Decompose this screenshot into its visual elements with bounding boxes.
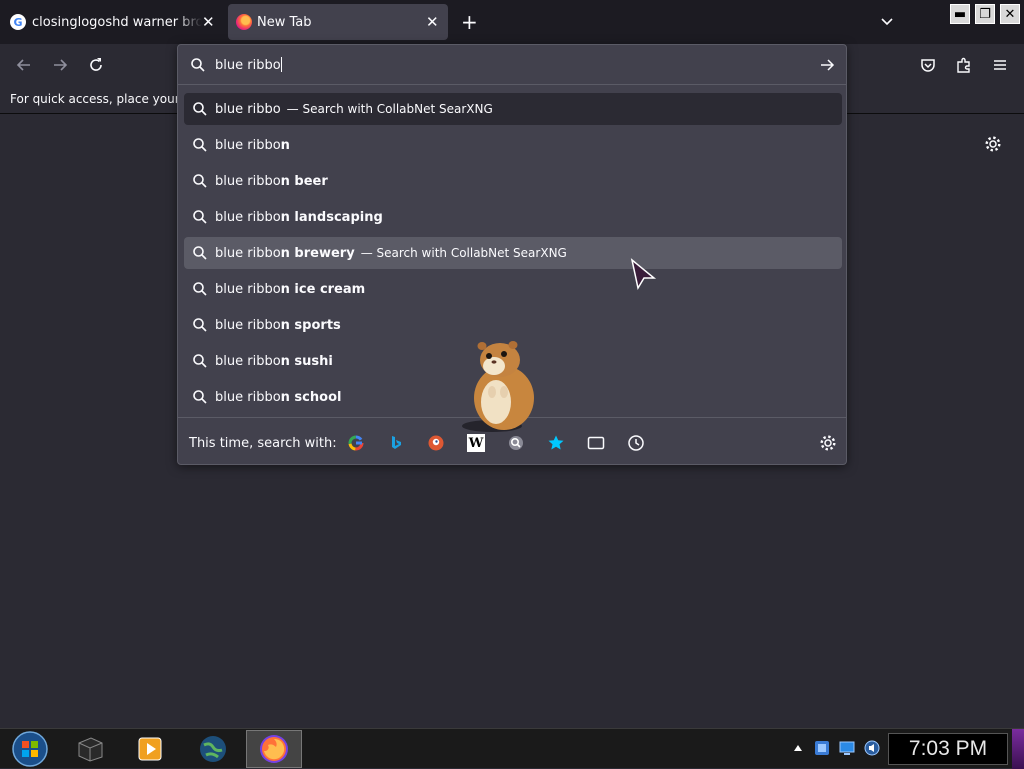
search-icon (191, 58, 205, 72)
media-player-icon (138, 737, 162, 761)
searxng-icon[interactable] (507, 434, 525, 452)
suggestion-completion: n landscaping (280, 209, 383, 225)
tray-volume-icon[interactable] (863, 739, 881, 757)
suggestion-completion: n beer (280, 173, 328, 189)
search-icon (193, 390, 207, 404)
suggestion-text: blue ribbon school (215, 390, 347, 405)
wikipedia-icon[interactable]: W (467, 434, 485, 452)
minimize-button[interactable]: ▬ (950, 4, 970, 24)
settings-gear-icon[interactable] (984, 135, 1002, 153)
bing-icon[interactable] (387, 434, 405, 452)
suggestion-completion: n sushi (280, 353, 333, 369)
close-window-button[interactable]: ✕ (1000, 4, 1020, 24)
tab-warner-bros[interactable]: G closinglogoshd warner bros pic ✕ (4, 4, 218, 40)
taskbar-firefox[interactable] (246, 730, 302, 768)
suggestion-typed: blue ribbo (215, 245, 281, 261)
close-tab-icon[interactable]: ✕ (426, 13, 439, 31)
forward-arrow-icon[interactable] (51, 56, 69, 74)
tab-strip: G closinglogoshd warner bros pic ✕ New T… (0, 0, 1024, 44)
windows-start-orb-icon (12, 731, 48, 767)
taskbar-clock[interactable]: 7:03 PM (888, 733, 1008, 765)
firefox-favicon-icon (236, 14, 252, 30)
suggestion-completion: n ice cream (280, 281, 366, 297)
suggestion-typed: blue ribbo (215, 101, 281, 117)
suggestion-text: blue ribbon beer (215, 174, 334, 189)
google-icon[interactable] (347, 434, 365, 452)
taskbar-media-player[interactable] (122, 730, 178, 768)
tab-new-tab[interactable]: New Tab ✕ (228, 4, 448, 40)
suggestion-typed: blue ribbo (215, 317, 281, 333)
bookmarks-icon[interactable] (547, 434, 565, 452)
go-arrow-icon[interactable] (818, 56, 836, 74)
restore-button[interactable]: ❐ (975, 4, 995, 24)
tab-title: New Tab (257, 14, 312, 30)
suggestion-typed: blue ribbo (215, 209, 281, 225)
suggestion-text: blue ribbon (215, 138, 296, 153)
address-bar-value: blue ribbo (215, 58, 281, 73)
google-favicon-icon: G (10, 14, 26, 30)
mouse-cursor-icon (630, 258, 657, 290)
firefox-icon (260, 735, 288, 763)
suggestion-row[interactable]: blue ribbon brewery — Search with CollabN… (184, 237, 842, 269)
suggestion-text: blue ribbon sushi (215, 354, 339, 369)
suggestion-typed: blue ribbo (215, 389, 281, 405)
search-icon (193, 138, 207, 152)
suggestion-action: — Search with CollabNet SearXNG (286, 101, 493, 116)
tray-display-icon[interactable] (838, 739, 856, 757)
suggestion-completion: n brewery (280, 245, 355, 261)
search-icon (193, 246, 207, 260)
search-icon (193, 210, 207, 224)
tab-title: closinglogoshd warner bros pic (32, 14, 202, 30)
extensions-puzzle-icon[interactable] (955, 56, 973, 74)
text-caret (280, 57, 282, 72)
globe-icon (200, 736, 226, 762)
back-arrow-icon[interactable] (15, 56, 33, 74)
suggestion-completion: n school (280, 389, 342, 405)
search-icon (193, 282, 207, 296)
show-desktop-button[interactable] (1012, 729, 1024, 769)
address-bar-input[interactable]: blue ribbo (178, 45, 846, 85)
suggestion-text: blue ribbo — Search with CollabNet SearXN… (215, 102, 493, 117)
suggestion-row[interactable]: blue ribbon beer (184, 165, 842, 197)
taskbar: 7:03 PM (0, 728, 1024, 769)
suggestion-row[interactable]: blue ribbon ice cream (184, 273, 842, 305)
search-settings-gear-icon[interactable] (819, 434, 837, 452)
cube-app-icon (78, 737, 103, 762)
suggestion-text: blue ribbon landscaping (215, 210, 389, 225)
tabs-icon[interactable] (587, 434, 605, 452)
search-icon (193, 318, 207, 332)
search-icon (193, 174, 207, 188)
search-icon (193, 354, 207, 368)
close-tab-icon[interactable]: ✕ (202, 13, 215, 31)
suggestion-completion: n (280, 137, 290, 153)
new-tab-button[interactable]: + (461, 12, 478, 32)
history-icon[interactable] (627, 434, 645, 452)
suggestion-typed: blue ribbo (215, 281, 281, 297)
reload-icon[interactable] (87, 56, 105, 74)
suggestion-row[interactable]: blue ribbon landscaping (184, 201, 842, 233)
list-all-tabs-chevron-icon[interactable] (879, 13, 895, 29)
taskbar-app-cube[interactable] (62, 730, 118, 768)
taskbar-globe[interactable] (185, 730, 241, 768)
hamburger-menu-icon[interactable] (991, 56, 1009, 74)
suggestion-typed: blue ribbo (215, 353, 281, 369)
start-button[interactable] (2, 730, 58, 768)
tray-expand-arrow-icon[interactable] (793, 743, 803, 753)
tray-network-icon[interactable] (813, 739, 831, 757)
hamster-desktop-pet-image (462, 341, 534, 432)
suggestion-completion: n sports (280, 317, 341, 333)
suggestion-typed: blue ribbo (215, 137, 281, 153)
suggestion-row[interactable]: blue ribbon (184, 129, 842, 161)
suggestion-text: blue ribbon sports (215, 318, 347, 333)
suggestion-action: — Search with CollabNet SearXNG (360, 245, 567, 260)
duckduckgo-icon[interactable] (427, 434, 445, 452)
one-off-label: This time, search with: (189, 436, 337, 451)
search-icon (193, 102, 207, 116)
suggestion-text: blue ribbon ice cream (215, 282, 371, 297)
suggestion-row[interactable]: blue ribbo — Search with CollabNet SearXN… (184, 93, 842, 125)
suggestion-text: blue ribbon brewery — Search with CollabN… (215, 246, 567, 261)
suggestion-typed: blue ribbo (215, 173, 281, 189)
pocket-icon[interactable] (919, 56, 937, 74)
